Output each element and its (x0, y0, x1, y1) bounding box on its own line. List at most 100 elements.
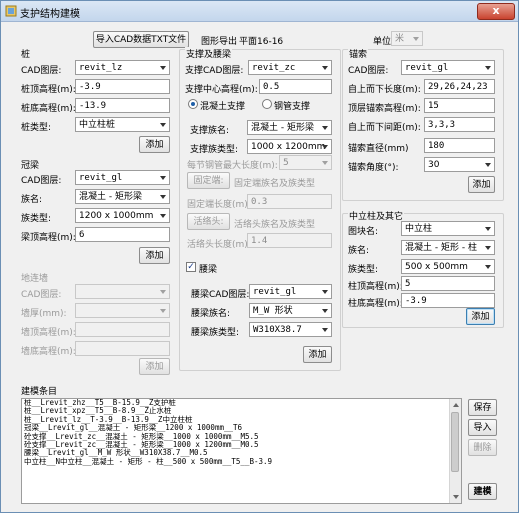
unit-value: 米 (395, 34, 405, 44)
build-model-button[interactable]: 建模 (468, 483, 497, 500)
unit-select[interactable]: 米 (391, 31, 423, 46)
column-type-value: 500 x 500mm (405, 262, 468, 272)
fixed-len-label: 固定端长度(m): (187, 200, 251, 210)
window-title: 支护结构建模 (20, 9, 80, 20)
column-header: 中立柱及其它 (348, 209, 405, 222)
pile-add-button[interactable]: 添加 (139, 136, 170, 153)
crown-beam-type-select[interactable]: 1200 x 1000mm (75, 208, 170, 223)
column-add-button[interactable]: 添加 (466, 308, 495, 325)
items-header: 建模条目 (21, 387, 58, 397)
column-family-value: 混凝土 - 矩形 - 柱 (405, 243, 477, 253)
pile-layer-select[interactable]: revit_lz (75, 60, 170, 75)
anchor-top-label: 顶层锚索高程(m): (348, 104, 421, 114)
items-scrollbar[interactable] (449, 399, 461, 503)
anchor-top-input[interactable]: 15 (424, 98, 495, 113)
active-len-input[interactable]: 1.4 (247, 233, 332, 248)
chevron-down-icon (160, 290, 166, 294)
waist-beam-checkbox[interactable]: ✓ (186, 262, 196, 272)
diaphragm-bottom-label: 墙底高程(m): (21, 347, 76, 357)
import-cad-txt-button[interactable]: 导入CAD数据TXT文件 (93, 31, 189, 48)
waist-type-label: 腰梁族类型: (191, 328, 240, 338)
support-maxlen-value: 5 (283, 158, 289, 168)
waist-layer-label: 腰梁CAD图层: (191, 290, 250, 300)
support-maxlen-select[interactable]: 5 (279, 155, 332, 170)
anchor-layer-value: revit_gl (405, 63, 449, 73)
anchor-angle-select[interactable]: 30 (424, 157, 495, 172)
diaphragm-thickness-label: 墙厚(mm): (21, 309, 67, 319)
crown-beam-family-select[interactable]: 混凝土 - 矩形梁 (75, 189, 170, 204)
radio-steel-label: 钢管支撑 (274, 102, 311, 112)
waist-type-select[interactable]: W310X38.7 (249, 322, 332, 337)
support-family-label: 支撑族名: (190, 126, 230, 136)
pile-top-input[interactable]: -3.9 (75, 79, 170, 94)
column-top-input[interactable]: 5 (401, 276, 495, 291)
anchor-length-input[interactable]: 29,26,24,23 (424, 79, 495, 94)
chevron-down-icon (160, 176, 166, 180)
anchor-layer-label: CAD图层: (348, 66, 389, 76)
crown-beam-top-label: 梁顶高程(m): (21, 233, 76, 243)
close-button[interactable]: x (477, 3, 515, 20)
list-item[interactable]: 中立柱__N中立柱__混凝土 - 矩形 - 柱__500 x 500mm__T5… (22, 457, 461, 466)
chevron-down-icon (322, 145, 328, 149)
anchor-diameter-input[interactable]: 180 (424, 138, 495, 153)
crown-beam-type-value: 1200 x 1000mm (79, 211, 154, 221)
support-type-select[interactable]: 1000 x 1200mm (247, 139, 332, 154)
import-button[interactable]: 导入 (468, 419, 497, 436)
save-button[interactable]: 保存 (468, 399, 497, 416)
waist-family-label: 腰梁族名: (191, 309, 231, 319)
column-bottom-input[interactable]: -3.9 (401, 293, 495, 308)
diaphragm-top-label: 墙顶高程(m): (21, 328, 76, 338)
support-type-label: 支撑族类型: (190, 145, 239, 155)
anchor-add-button[interactable]: 添加 (468, 176, 495, 193)
pile-bottom-input[interactable]: -13.9 (75, 98, 170, 113)
waist-type-value: W310X38.7 (253, 325, 302, 335)
chevron-down-icon (322, 328, 328, 332)
active-head-button[interactable]: 活络头: (187, 213, 230, 230)
column-block-select[interactable]: 中立柱 (401, 221, 495, 236)
support-center-input[interactable]: 0.5 (259, 79, 332, 94)
column-block-value: 中立柱 (405, 224, 433, 234)
scroll-down-icon[interactable] (453, 495, 459, 499)
diaphragm-add-button[interactable]: 添加 (139, 358, 170, 375)
column-family-select[interactable]: 混凝土 - 矩形 - 柱 (401, 240, 495, 255)
pile-type-select[interactable]: 中立柱桩 (75, 117, 170, 132)
pile-layer-label: CAD图层: (21, 66, 62, 76)
waist-layer-value: revit_gl (253, 287, 297, 297)
delete-button[interactable]: 删除 (468, 439, 497, 456)
column-type-select[interactable]: 500 x 500mm (401, 259, 495, 274)
items-list[interactable]: 桩__Lrevit_zhz__T5__B-15.9__Z支护桩 桩__Lrevit… (21, 398, 462, 504)
chevron-down-icon (322, 309, 328, 313)
crown-beam-family-label: 族名: (21, 195, 43, 205)
fixed-end-desc: 固定端族名及族类型 (234, 179, 316, 189)
fixed-len-input[interactable]: 0.3 (247, 194, 332, 209)
column-family-label: 族名: (348, 246, 370, 256)
support-family-select[interactable]: 混凝土 - 矩形梁 (247, 120, 332, 135)
diaphragm-header: 地连墙 (21, 274, 49, 284)
scroll-up-icon[interactable] (453, 403, 459, 407)
active-head-desc: 活络头族名及族类型 (234, 220, 316, 230)
waist-family-value: M_W 形状 (253, 306, 293, 316)
pile-header: 桩 (21, 50, 31, 60)
waist-layer-select[interactable]: revit_gl (249, 284, 332, 299)
radio-steel-support[interactable] (262, 99, 272, 109)
crown-beam-family-value: 混凝土 - 矩形梁 (79, 192, 142, 202)
anchor-spacing-input[interactable]: 3,3,3 (424, 117, 495, 132)
support-header: 支撑及腰梁 (185, 47, 233, 60)
chevron-down-icon (485, 265, 491, 269)
support-add-button[interactable]: 添加 (303, 346, 332, 363)
crown-beam-type-label: 族类型: (21, 214, 52, 224)
crown-beam-top-input[interactable]: 6 (75, 227, 170, 242)
anchor-layer-select[interactable]: revit_gl (401, 60, 495, 75)
diaphragm-layer-select[interactable] (75, 284, 170, 299)
diaphragm-thickness-select[interactable] (75, 303, 170, 318)
crown-beam-layer-select[interactable]: revit_gl (75, 170, 170, 185)
diaphragm-bottom-input[interactable] (75, 341, 170, 356)
diaphragm-top-input[interactable] (75, 322, 170, 337)
fixed-end-button[interactable]: 固定端: (187, 172, 230, 189)
scroll-thumb[interactable] (451, 412, 459, 472)
radio-concrete-support[interactable] (188, 99, 198, 109)
waist-family-select[interactable]: M_W 形状 (249, 303, 332, 318)
anchor-angle-value: 30 (428, 160, 440, 170)
support-layer-select[interactable]: revit_zc (248, 60, 332, 75)
crown-beam-add-button[interactable]: 添加 (139, 247, 170, 264)
